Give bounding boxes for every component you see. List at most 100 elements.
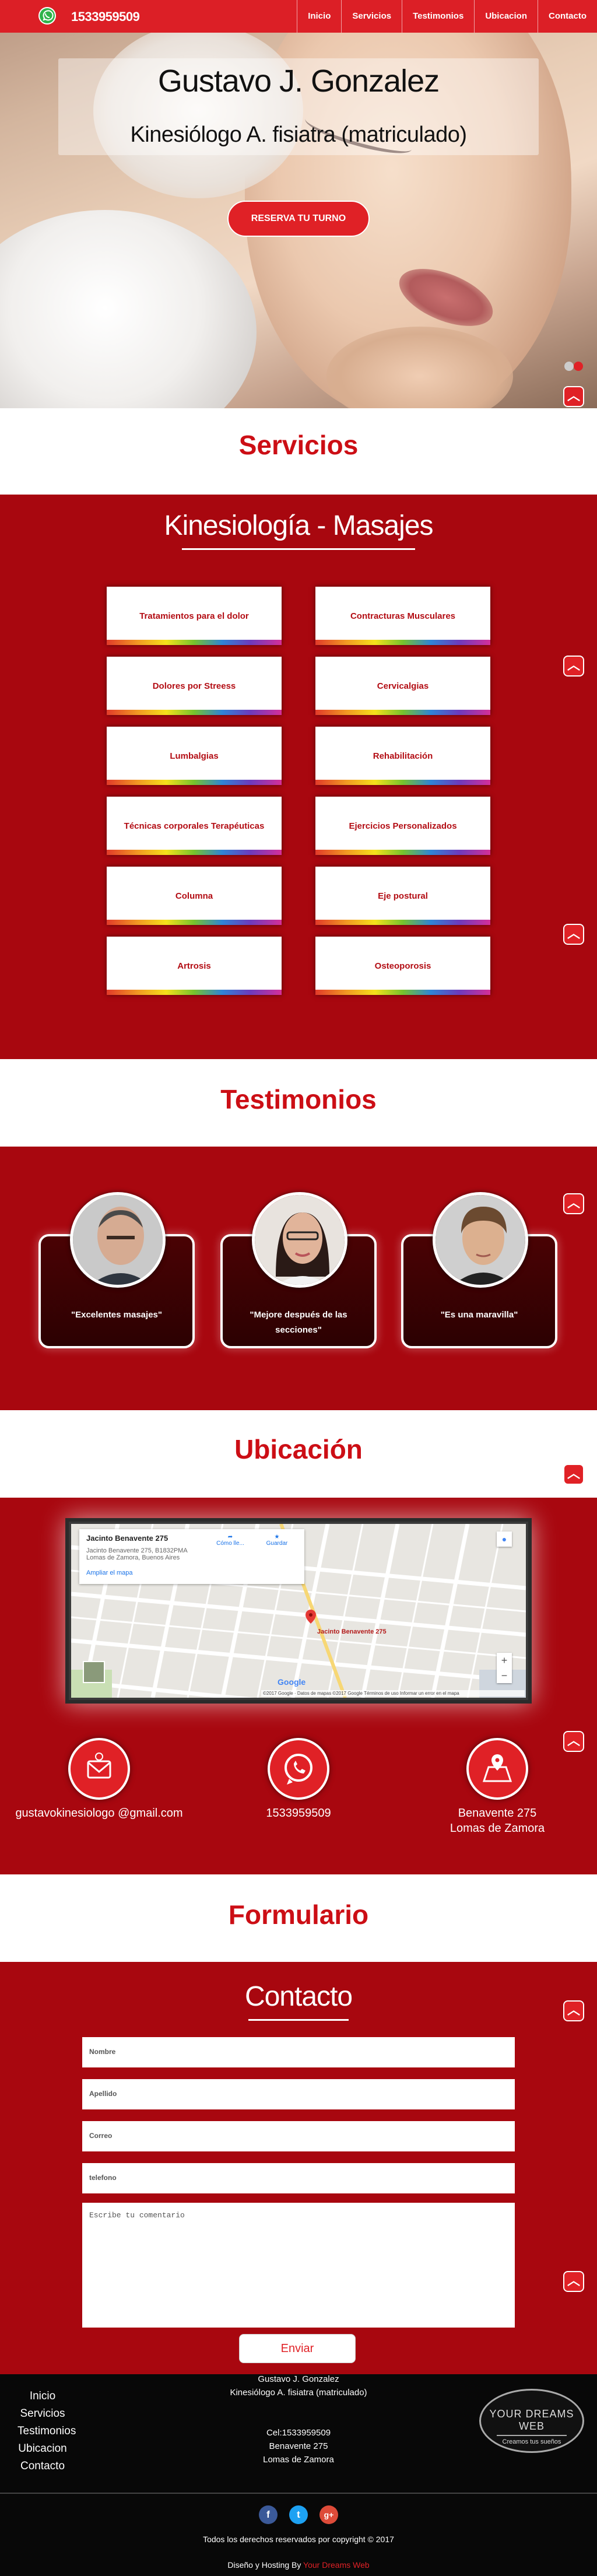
service-card[interactable]: Contracturas Musculares (315, 587, 490, 645)
header-phone[interactable]: 1533959509 (71, 9, 140, 24)
slider-dot-active[interactable] (574, 362, 583, 371)
testimonial-avatar (433, 1192, 528, 1288)
footer-title: Kinesiólogo A. fisiatra (matriculado) (230, 2388, 367, 2398)
rainbow-bar (107, 990, 282, 995)
service-label: Cervicalgias (377, 681, 429, 691)
service-card[interactable]: Lumbalgias (107, 727, 282, 785)
scroll-top-button[interactable]: ︿ (563, 1193, 584, 1214)
service-card[interactable]: Rehabilitación (315, 727, 490, 785)
service-card[interactable]: Ejercicios Personalizados (315, 797, 490, 855)
zoom-in-icon[interactable]: + (497, 1653, 512, 1668)
comentario-textarea[interactable]: Escribe tu comentario (82, 2203, 515, 2328)
subheading-underline (248, 2019, 349, 2021)
nav-ubicacion[interactable]: Ubicacion (474, 0, 538, 33)
scroll-top-button[interactable]: ︿ (563, 1464, 584, 1485)
twitter-icon[interactable]: t (289, 2505, 308, 2524)
whatsapp-icon[interactable] (38, 7, 56, 24)
phone-circle[interactable] (268, 1738, 329, 1800)
service-card[interactable]: Cervicalgias (315, 657, 490, 715)
scroll-top-button[interactable]: ︿ (563, 386, 584, 407)
footer-nav-testimonios[interactable]: Testimonios (17, 2423, 76, 2440)
testimonial-quote: "Mejore después de las secciones" (250, 1310, 347, 1335)
footer-address-line2: Lomas de Zamora (263, 2455, 334, 2465)
service-card[interactable]: Técnicas corporales Terapéuticas (107, 797, 282, 855)
contact-phone[interactable]: 1533959509 (240, 1807, 357, 1820)
facebook-icon[interactable]: f (259, 2505, 278, 2524)
page: 1533959509 Inicio Servicios Testimonios … (0, 0, 597, 2576)
main-nav: Inicio Servicios Testimonios Ubicacion C… (297, 0, 597, 33)
rainbow-bar (315, 850, 490, 855)
footer-nav-contacto[interactable]: Contacto (17, 2458, 68, 2475)
service-label: Osteoporosis (374, 961, 431, 971)
contact-email[interactable]: gustavokinesiologo @gmail.com (12, 1807, 187, 1820)
service-card[interactable]: Tratamientos para el dolor (107, 587, 282, 645)
contacto-subheading: Contacto (244, 1981, 353, 2012)
directions-label: Cómo lle... (216, 1540, 244, 1547)
map-save[interactable]: ★ Guardar (262, 1534, 292, 1547)
footer-divider (0, 2493, 597, 2494)
servicios-heading: Servicios (238, 430, 359, 460)
map-circle[interactable] (466, 1738, 528, 1800)
rainbow-bar (107, 640, 282, 645)
scroll-top-button[interactable]: ︿ (563, 924, 584, 945)
zoom-controls[interactable]: + − (497, 1653, 512, 1683)
ubicacion-heading: Ubicación (234, 1434, 363, 1464)
slider-dot[interactable] (564, 362, 574, 371)
footer-nav-inicio[interactable]: Inicio (17, 2388, 68, 2405)
scroll-top-button[interactable]: ︿ (563, 1731, 584, 1752)
nav-servicios[interactable]: Servicios (341, 0, 402, 33)
reserva-turno-button[interactable]: RESERVA TU TURNO (227, 201, 370, 237)
footer-nav-ubicacion[interactable]: Ubicacion (17, 2440, 68, 2458)
your-dreams-web-logo[interactable]: YOUR DREAMS WEB Creamos tus sueños (479, 2389, 584, 2453)
subheading-underline (182, 548, 415, 550)
map-bigger-link[interactable]: Ampliar el mapa (86, 1569, 297, 1576)
logo-line1: YOUR DREAMS WEB (489, 2408, 574, 2432)
service-label: Rehabilitación (373, 751, 433, 761)
service-card[interactable]: Eje postural (315, 867, 490, 925)
logo-line2: Creamos tus sueños (497, 2435, 567, 2445)
footer-nav-servicios[interactable]: Servicios (17, 2405, 68, 2423)
testimonial-avatar (252, 1192, 347, 1288)
copyright: Todos los derechos reservados por copyri… (203, 2535, 394, 2544)
testimonial-quote: "Es una maravilla" (440, 1310, 518, 1320)
footer-info: Gustavo J. Gonzalez Kinesiólogo A. fisia… (182, 2372, 415, 2466)
apellido-field[interactable]: Apellido (82, 2079, 515, 2109)
service-card[interactable]: Osteoporosis (315, 937, 490, 995)
map-pin-icon[interactable] (305, 1610, 316, 1624)
street-view-icon[interactable]: ● (497, 1531, 512, 1547)
servicios-subheading: Kinesiología - Masajes (164, 510, 434, 541)
contact-address-line2: Lomas de Zamora (449, 1822, 545, 1835)
enviar-button[interactable]: Enviar (239, 2334, 356, 2363)
rainbow-bar (315, 640, 490, 645)
star-icon: ★ (274, 1534, 280, 1540)
service-label: Técnicas corporales Terapéuticas (124, 821, 265, 831)
correo-field[interactable]: Correo (82, 2121, 515, 2151)
service-card[interactable]: Columna (107, 867, 282, 925)
service-card[interactable]: Dolores por Streess (107, 657, 282, 715)
testimonios-heading: Testimonios (220, 1084, 377, 1114)
nav-inicio[interactable]: Inicio (297, 0, 341, 33)
map-directions[interactable]: ➦ Cómo lle... (216, 1534, 245, 1547)
service-label: Ejercicios Personalizados (349, 821, 457, 831)
nav-contacto[interactable]: Contacto (538, 0, 597, 33)
scroll-top-button[interactable]: ︿ (563, 656, 584, 677)
google-plus-icon[interactable]: g+ (319, 2505, 338, 2524)
email-icon (87, 1753, 111, 1779)
scroll-top-button[interactable]: ︿ (563, 2000, 584, 2021)
credit-link[interactable]: Your Dreams Web (303, 2560, 370, 2570)
satellite-thumbnail[interactable] (83, 1661, 105, 1683)
zoom-out-icon[interactable]: − (497, 1668, 512, 1683)
rainbow-bar (315, 990, 490, 995)
service-card[interactable]: Artrosis (107, 937, 282, 995)
nombre-field[interactable]: Nombre (82, 2037, 515, 2067)
footer-name: Gustavo J. Gonzalez (258, 2374, 339, 2384)
footer-nav: Inicio Servicios Testimonios Ubicacion C… (17, 2388, 76, 2475)
telefono-field[interactable]: telefono (82, 2163, 515, 2193)
footer-cel: Cel:1533959509 (266, 2428, 331, 2438)
credit: Diseño y Hosting By Your Dreams Web (0, 2560, 597, 2570)
email-circle[interactable] (68, 1738, 130, 1800)
hero-towel (0, 210, 257, 408)
testimonial-quote: "Excelentes masajes" (71, 1310, 162, 1320)
scroll-top-button[interactable]: ︿ (563, 2271, 584, 2292)
nav-testimonios[interactable]: Testimonios (402, 0, 474, 33)
